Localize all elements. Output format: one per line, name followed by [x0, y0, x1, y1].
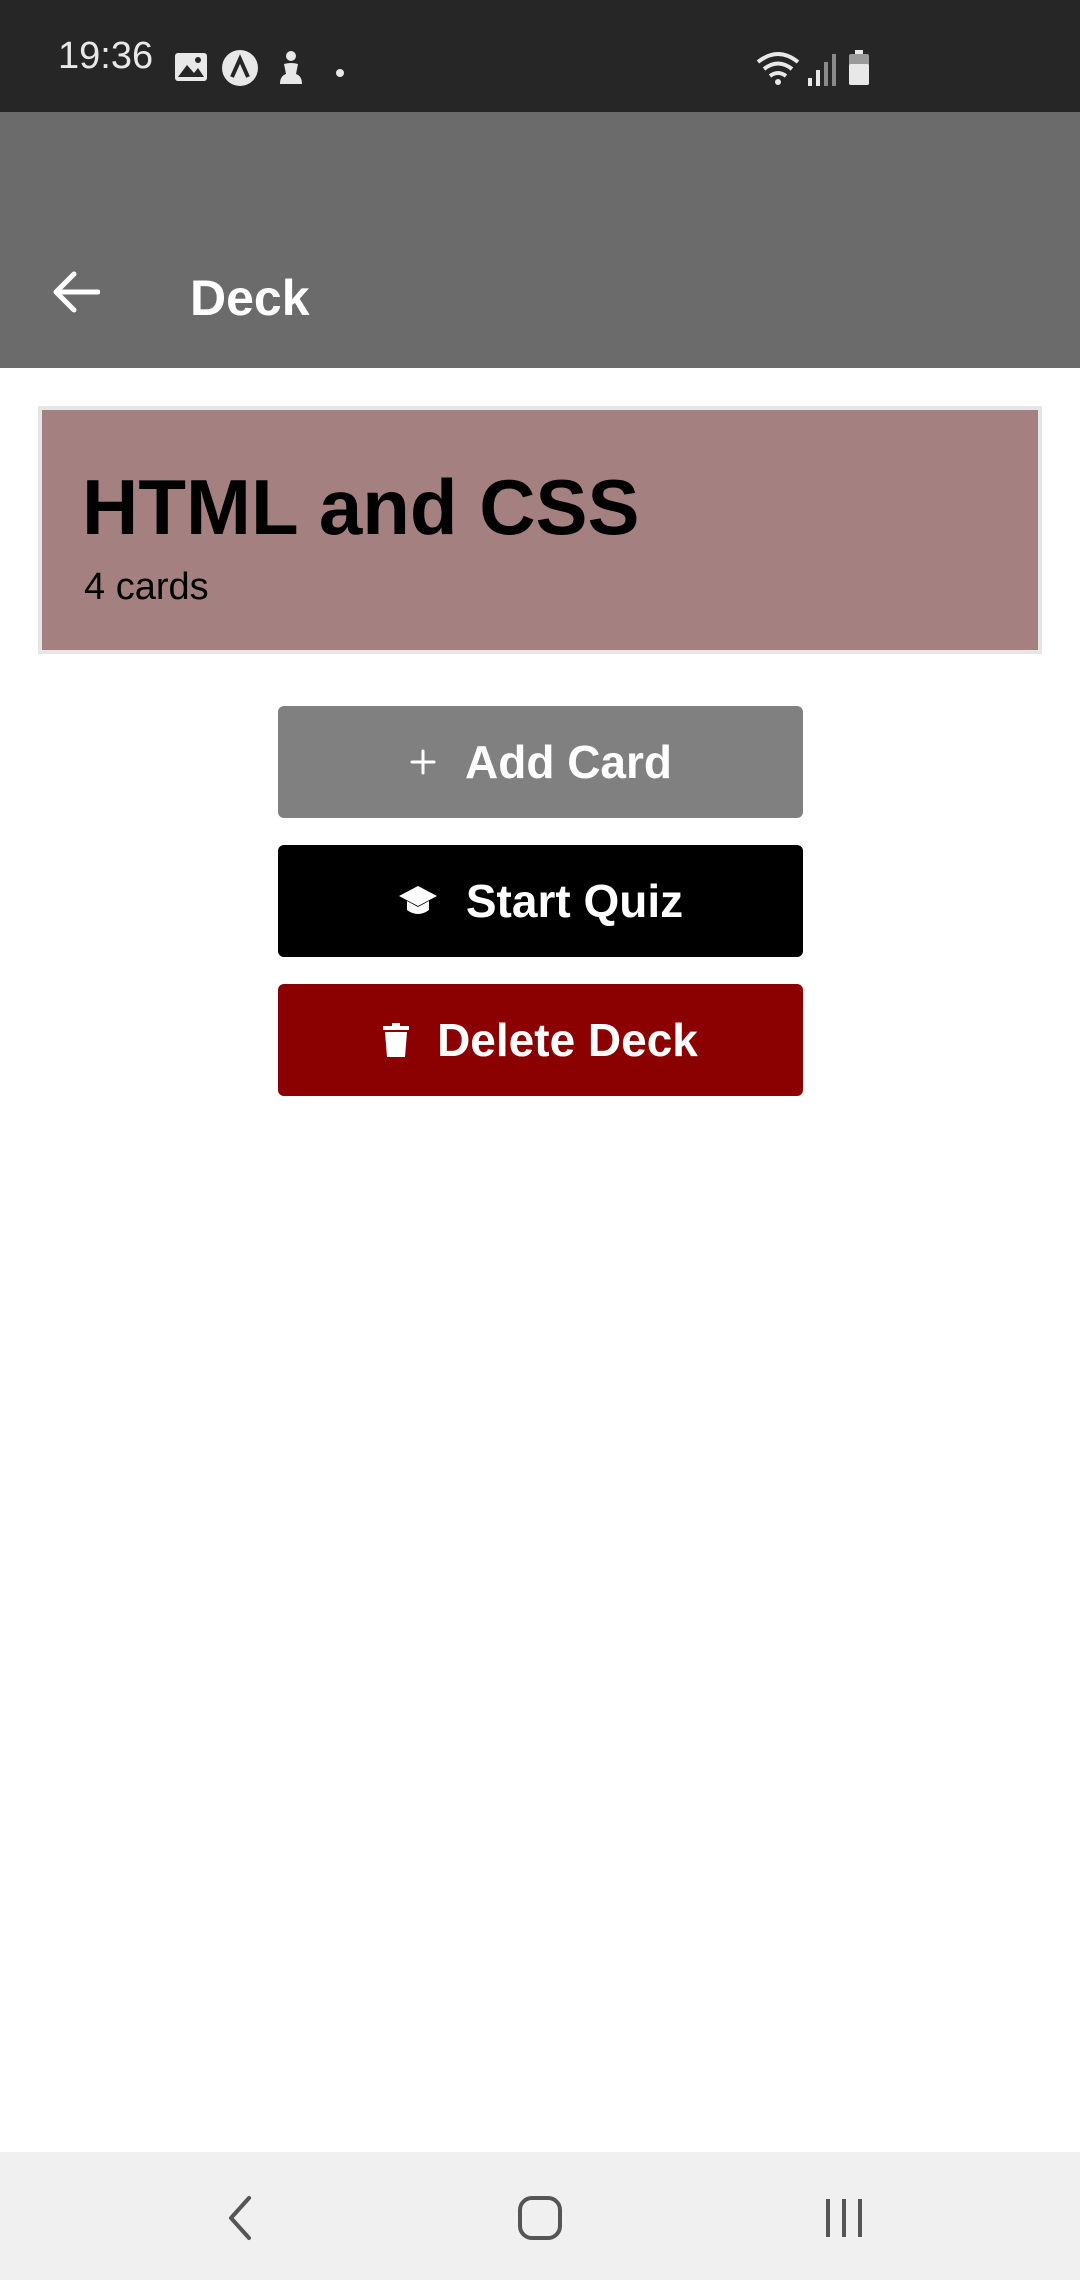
wifi-icon	[756, 50, 800, 91]
signal-icon	[806, 52, 838, 91]
app-bar: Deck	[0, 112, 1080, 368]
deck-card-count: 4 cards	[84, 566, 209, 608]
graduation-cap-icon	[398, 884, 438, 918]
nav-home-button[interactable]	[504, 2184, 576, 2256]
battery-icon	[848, 50, 870, 91]
start-quiz-button[interactable]: Start Quiz	[278, 845, 803, 957]
status-time: 19:36	[58, 35, 154, 77]
image-icon	[174, 52, 208, 87]
nav-recents-button[interactable]	[808, 2184, 880, 2256]
plus-icon	[409, 748, 437, 776]
system-nav-bar	[0, 2152, 1080, 2280]
delete-deck-label: Delete Deck	[437, 1014, 698, 1066]
back-button[interactable]	[40, 258, 112, 330]
add-card-button[interactable]: Add Card	[278, 706, 803, 818]
add-card-label: Add Card	[465, 736, 672, 788]
arrow-left-icon	[52, 270, 101, 319]
nav-back-button[interactable]	[204, 2184, 276, 2256]
delete-deck-button[interactable]: Delete Deck	[278, 984, 803, 1096]
a-icon	[222, 50, 258, 91]
page-title: Deck	[190, 270, 310, 326]
back-chevron-icon	[225, 2195, 255, 2246]
accessibility-icon	[276, 50, 306, 91]
dot-icon	[336, 64, 344, 82]
recents-icon	[822, 2197, 866, 2244]
screen: 19:36 Deck HTML and CSS 4 cards Add Card…	[0, 0, 1080, 2280]
deck-card: HTML and CSS 4 cards	[38, 406, 1042, 654]
status-bar: 19:36	[0, 0, 1080, 112]
start-quiz-label: Start Quiz	[465, 875, 684, 927]
trash-icon	[383, 1023, 410, 1057]
home-icon	[517, 2195, 563, 2246]
deck-title: HTML and CSS	[82, 463, 640, 551]
